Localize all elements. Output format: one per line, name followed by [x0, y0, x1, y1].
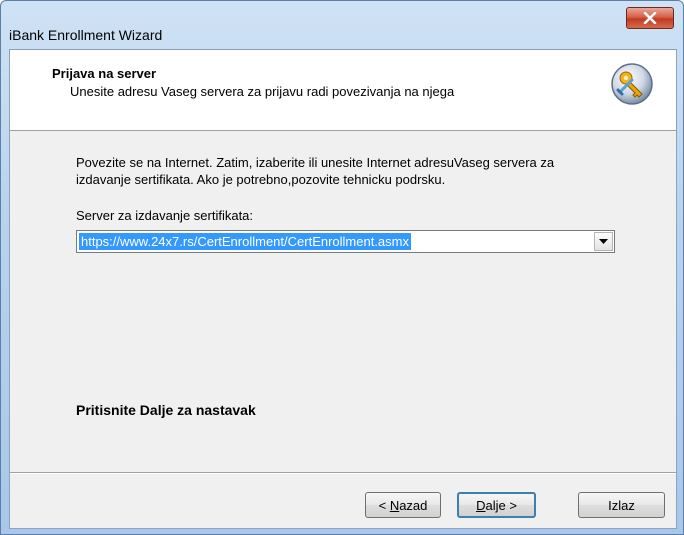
back-button-prefix: <: [378, 497, 390, 513]
next-button-label: alje >: [485, 497, 517, 513]
back-button-mnemonic: N: [389, 497, 400, 513]
exit-button-label: Izlaz: [608, 497, 635, 513]
wizard-client-area: Prijava na server Unesite adresu Vaseg s…: [9, 49, 677, 529]
page-title: Prijava na server: [52, 66, 157, 81]
continue-hint: Pritisnite Dalje za nastavak: [76, 402, 256, 418]
window-title: iBank Enrollment Wizard: [9, 27, 163, 43]
next-button-mnemonic: D: [476, 497, 486, 513]
back-button[interactable]: < Nazad: [365, 492, 441, 518]
server-label: Server za izdavanje sertifikata:: [76, 208, 254, 223]
server-url-value[interactable]: https://www.24x7.rs/CertEnrollment/CertE…: [79, 233, 411, 250]
wizard-keys-icon: [611, 63, 653, 105]
back-button-label: azad: [399, 497, 428, 513]
title-bar[interactable]: iBank Enrollment Wizard: [1, 1, 684, 49]
chevron-down-icon: [599, 238, 608, 244]
button-separator: [10, 472, 676, 474]
next-button[interactable]: Dalje >: [457, 492, 536, 518]
wizard-header: Prijava na server Unesite adresu Vaseg s…: [10, 50, 676, 131]
window-frame: iBank Enrollment Wizard Prijava na serve…: [0, 0, 684, 535]
instructions-line-1: Povezite se na Internet. Zatim, izaberit…: [76, 155, 555, 170]
page-subtitle: Unesite adresu Vaseg servera za prijavu …: [70, 84, 455, 99]
server-combobox[interactable]: https://www.24x7.rs/CertEnrollment/CertE…: [76, 230, 615, 253]
close-button[interactable]: [626, 7, 674, 29]
instructions-line-2: izdavanje sertifikata. Ako je potrebno,p…: [76, 172, 446, 187]
exit-button[interactable]: Izlaz: [578, 492, 665, 518]
dropdown-button[interactable]: [594, 232, 613, 251]
instructions-text: Povezite se na Internet. Zatim, izaberit…: [76, 154, 636, 188]
close-icon: [643, 12, 657, 24]
